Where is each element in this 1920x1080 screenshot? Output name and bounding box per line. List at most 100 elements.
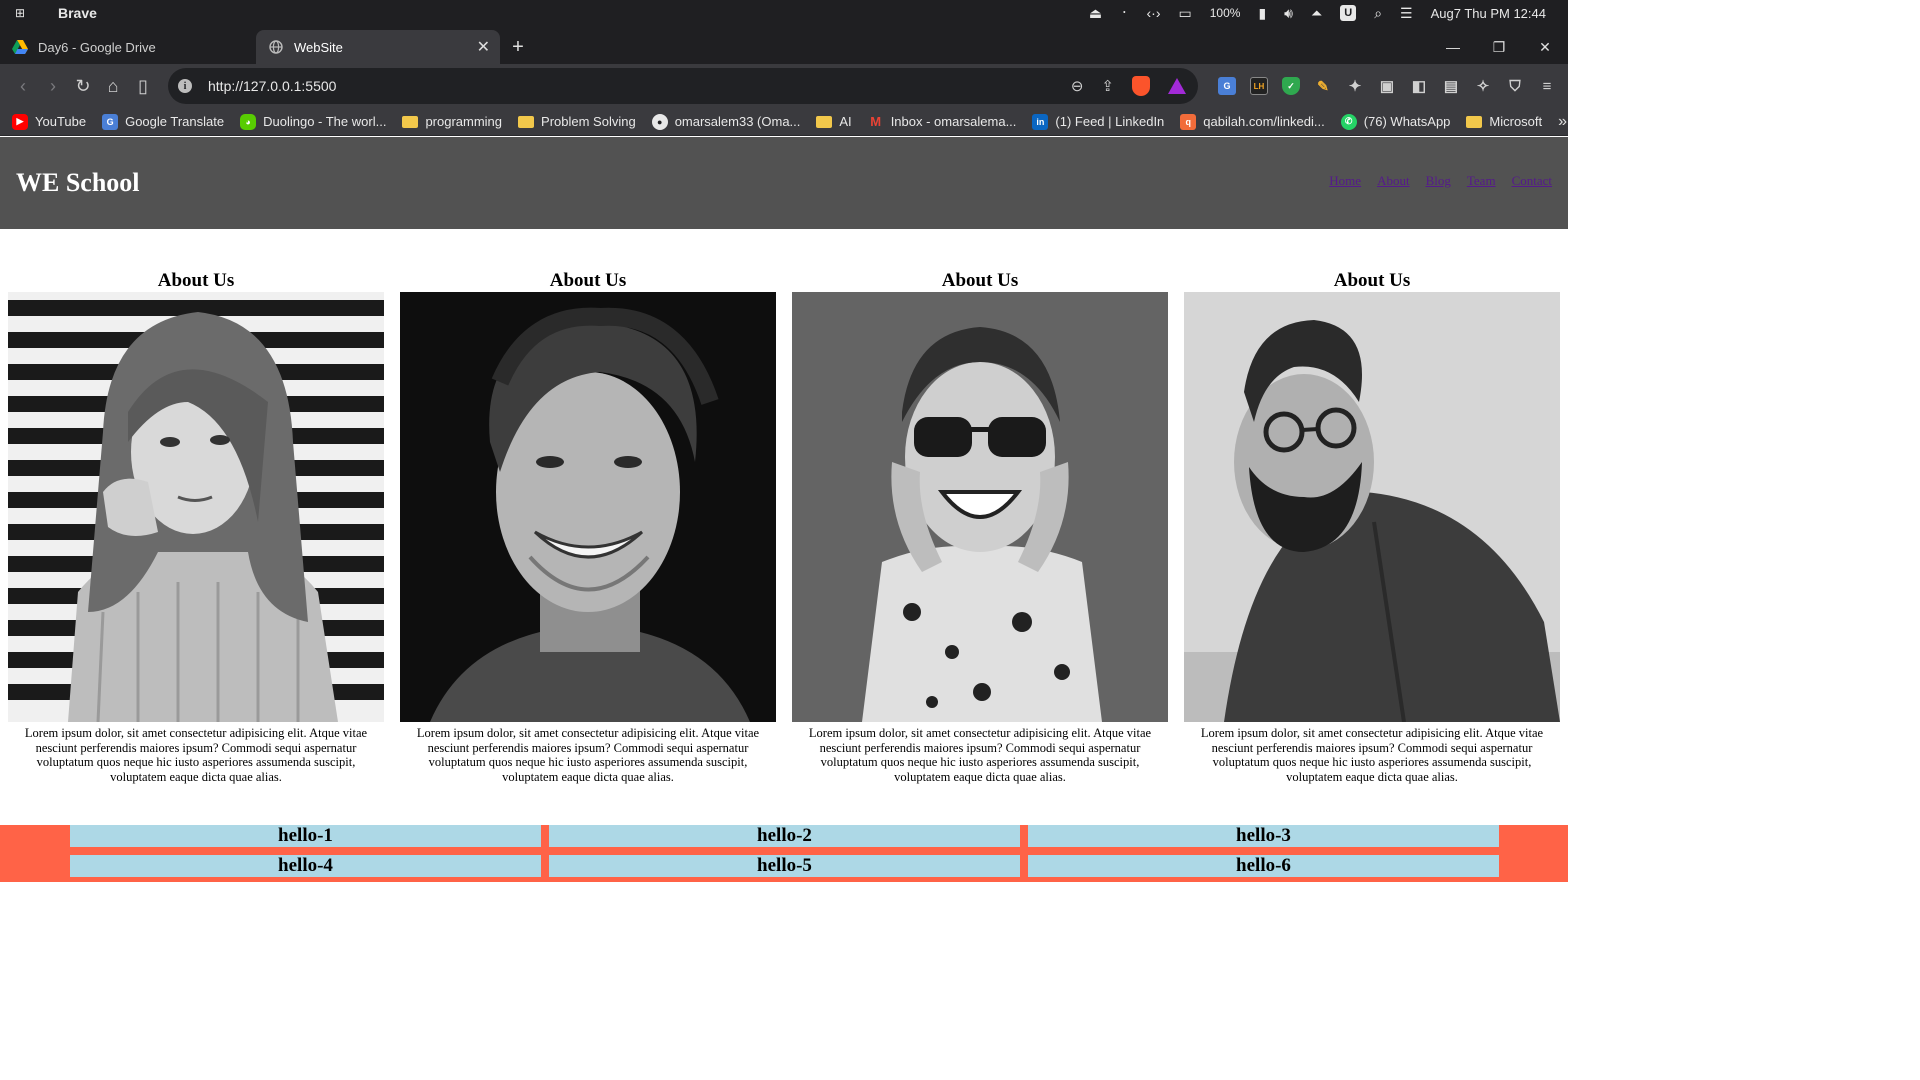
nav-link-home[interactable]: Home — [1329, 173, 1361, 189]
site-nav: Home About Blog Team Contact — [1329, 173, 1552, 189]
vpn-icon[interactable]: ⛉ — [1506, 77, 1524, 95]
card-heading: About Us — [157, 270, 235, 291]
linkedin-icon: in — [1032, 113, 1049, 130]
google-translate-icon: G — [102, 113, 119, 130]
bookmark-qabilah[interactable]: q qabilah.com/linkedi... — [1180, 113, 1325, 130]
back-icon[interactable]: ‹ — [8, 71, 38, 101]
screenshot-icon[interactable]: ▣ — [1378, 77, 1396, 95]
tab-title: WebSite — [294, 39, 343, 55]
share-icon[interactable]: ⇪ — [1101, 77, 1114, 95]
portrait-photo — [8, 292, 384, 722]
window-controls: — ❐ ✕ — [1430, 30, 1568, 64]
card-text: Lorem ipsum dolor, sit amet consectetur … — [808, 726, 1152, 784]
folder-icon — [1466, 115, 1483, 128]
address-bar[interactable]: i http://127.0.0.1:5500 ⊖ ⇪ — [168, 68, 1198, 104]
about-card: About Us Lorem ipsum dolor, sit amet con… — [8, 269, 384, 784]
battery-icon[interactable]: ▮ — [1258, 5, 1266, 22]
bookmark-linkedin[interactable]: in (1) Feed | LinkedIn — [1032, 113, 1164, 130]
about-cards: About Us Lorem ipsum dolor, sit amet con… — [0, 269, 1568, 784]
grid-cell: hello-1 — [70, 825, 541, 847]
bookmark-problem-solving[interactable]: Problem Solving — [518, 114, 636, 129]
brave-rewards-icon[interactable] — [1168, 78, 1186, 94]
youtube-icon: ▶ — [12, 113, 28, 130]
duolingo-icon: ◕ — [240, 113, 257, 130]
google-drive-icon — [12, 39, 28, 55]
tab-strip: Day6 - Google Drive WebSite ✕ + — ❐ ✕ — [0, 26, 1568, 64]
toggle-icon[interactable]: ☰ — [1400, 5, 1413, 22]
nav-link-about[interactable]: About — [1377, 173, 1410, 189]
forward-icon[interactable]: › — [38, 71, 68, 101]
grid-cell: hello-3 — [1028, 825, 1499, 847]
puzzle-icon[interactable]: ✦ — [1346, 77, 1364, 95]
volume-icon[interactable]: 🔊︎ — [1284, 5, 1293, 22]
code-icon[interactable]: ‹·› — [1147, 5, 1161, 21]
eject-icon[interactable]: ⏏ — [1089, 5, 1102, 22]
page-viewport: WE School Home About Blog Team Contact A… — [0, 137, 1568, 882]
card-heading: About Us — [1333, 270, 1411, 291]
search-icon[interactable]: ⌕ — [1374, 5, 1382, 22]
bookmark-programming[interactable]: programming — [402, 114, 502, 129]
reload-icon[interactable]: ↻ — [68, 71, 98, 101]
extensions-area: G LH ✓ ✎ ✦ ▣ ◧ ▤ ✧ ⛉ ≡ — [1218, 77, 1556, 95]
qabilah-icon: q — [1180, 113, 1197, 130]
portrait-photo — [1184, 292, 1560, 722]
nav-link-contact[interactable]: Contact — [1512, 173, 1552, 189]
lighthouse-extension-icon[interactable]: LH — [1250, 77, 1268, 95]
tab-website[interactable]: WebSite ✕ — [256, 30, 500, 64]
home-icon[interactable]: ⌂ — [98, 71, 128, 101]
more-bookmarks-icon[interactable]: » — [1558, 113, 1567, 131]
close-window-icon[interactable]: ✕ — [1522, 39, 1568, 56]
bookmark-duolingo[interactable]: ◕ Duolingo - The worl... — [240, 113, 386, 130]
os-taskbar: ⊞ Brave ⏏ ᛫ ‹·› ▭ 100% ▮ 🔊︎ ⏶ U ⌕ ☰ Aug7… — [0, 0, 1568, 26]
bookmark-icon[interactable]: ▯ — [128, 71, 158, 101]
zoom-icon[interactable]: ⊖ — [1071, 77, 1084, 95]
nav-link-team[interactable]: Team — [1467, 173, 1496, 189]
upload-icon[interactable]: ⏶ — [1311, 5, 1322, 22]
bookmarks-bar: ▶ YouTube G Google Translate ◕ Duolingo - T… — [0, 108, 1568, 136]
active-app-name: Brave — [58, 5, 97, 21]
bookmark-ai[interactable]: AI — [816, 114, 852, 129]
bookmark-youtube[interactable]: ▶ YouTube — [12, 113, 86, 130]
minimize-icon[interactable]: — — [1430, 39, 1476, 55]
about-card: About Us Lorem ipsum dolor, sit amet con… — [792, 269, 1168, 784]
restore-icon[interactable]: ❐ — [1476, 39, 1522, 56]
site-info-icon[interactable]: i — [178, 79, 192, 93]
bookmark-google-translate[interactable]: G Google Translate — [102, 113, 224, 130]
portrait-photo — [792, 292, 1168, 722]
leo-ai-icon[interactable]: ✧ — [1474, 77, 1492, 95]
card-text: Lorem ipsum dolor, sit amet consectetur … — [416, 726, 760, 784]
windows-start-icon[interactable]: ⊞ — [0, 6, 40, 20]
card-heading: About Us — [941, 270, 1019, 291]
bookmark-microsoft[interactable]: Microsoft — [1466, 114, 1542, 129]
bookmark-github[interactable]: ● omarsalem33 (Oma... — [651, 113, 800, 130]
menu-icon[interactable]: ≡ — [1538, 77, 1556, 95]
grid-cell: hello-4 — [70, 855, 541, 877]
brave-shields-icon[interactable] — [1132, 76, 1150, 96]
system-tray: ⏏ ᛫ ‹·› ▭ 100% ▮ 🔊︎ ⏶ U ⌕ ☰ Aug7 Thu PM … — [1089, 5, 1568, 22]
shield-extension-icon[interactable]: ✓ — [1282, 77, 1300, 95]
tab-google-drive[interactable]: Day6 - Google Drive — [0, 30, 250, 64]
bookmark-whatsapp[interactable]: ✆ (76) WhatsApp — [1340, 113, 1450, 130]
wallet-icon[interactable]: ▤ — [1442, 77, 1460, 95]
folder-icon — [816, 115, 833, 128]
grid-cell: hello-2 — [549, 825, 1020, 847]
bookmark-gmail[interactable]: M Inbox - omarsalema... — [868, 114, 1016, 130]
url-text[interactable]: http://127.0.0.1:5500 — [208, 78, 336, 94]
grid-cell: hello-6 — [1028, 855, 1499, 877]
portrait-photo — [400, 292, 776, 722]
hello-grid-container: hello-1 hello-2 hello-3 hello-4 hello-5 … — [0, 825, 1568, 882]
bluetooth-icon[interactable]: ᛫ — [1120, 5, 1128, 21]
monitor-icon[interactable]: ▭ — [1179, 5, 1192, 22]
new-tab-button[interactable]: + — [500, 30, 536, 64]
close-tab-icon[interactable]: ✕ — [477, 37, 490, 57]
card-text: Lorem ipsum dolor, sit amet consectetur … — [24, 726, 368, 784]
translate-extension-icon[interactable]: G — [1218, 77, 1236, 95]
sidebar-icon[interactable]: ◧ — [1410, 77, 1428, 95]
pen-extension-icon[interactable]: ✎ — [1314, 77, 1332, 95]
nav-link-blog[interactable]: Blog — [1426, 173, 1451, 189]
card-heading: About Us — [549, 270, 627, 291]
site-header: WE School Home About Blog Team Contact — [0, 137, 1568, 229]
clock: Aug7 Thu PM 12:44 — [1430, 5, 1546, 21]
battery-level: 100% — [1209, 6, 1241, 20]
user-badge[interactable]: U — [1340, 5, 1357, 21]
